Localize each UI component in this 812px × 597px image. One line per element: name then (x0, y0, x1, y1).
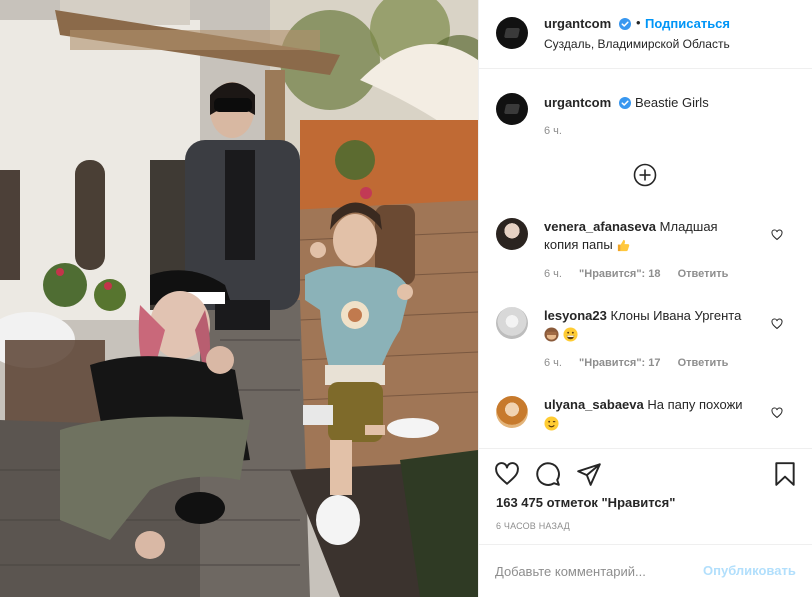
comment-heart-icon[interactable] (771, 318, 783, 330)
comment-input[interactable] (495, 560, 685, 582)
commenter-avatar[interactable] (496, 218, 528, 250)
header-username[interactable]: urgantcom (544, 16, 611, 31)
comment-time[interactable]: 6 ч. (544, 357, 562, 369)
heart-icon[interactable] (494, 461, 520, 487)
comment-heart-icon[interactable] (771, 229, 783, 241)
comment-item: lesyona23 Клоны Ивана Ургента 6 ч. "Нрав… (479, 307, 812, 387)
comment-username[interactable]: venera_afanaseva (544, 219, 656, 234)
caption-avatar[interactable] (496, 93, 528, 125)
comment-username[interactable]: ulyana_sabaeva (544, 397, 644, 412)
comment-body-line2: копия папы (544, 237, 613, 252)
see-no-evil-monkey-emoji-icon (544, 327, 559, 342)
post-side-panel: urgantcom • Подписаться Суздаль, Владими… (478, 0, 812, 597)
comment-meta: 6 ч. "Нравится": 17 Ответить (544, 357, 742, 369)
post-time-ago[interactable]: 6 ЧАСОВ НАЗАД (496, 521, 570, 531)
likes-count[interactable]: 163 475 отметок "Нравится" (496, 495, 675, 510)
comment-item: venera_afanaseva Младшая копия папы 6 ч.… (479, 218, 812, 298)
publish-button[interactable]: Опубликовать (703, 563, 796, 578)
comment-body: Клоны Ивана Ургента (610, 308, 742, 323)
plus-circle-icon[interactable] (633, 163, 657, 187)
comment-heart-icon[interactable] (771, 407, 783, 419)
comment-text: venera_afanaseva Младшая копия папы (544, 218, 764, 254)
winking-face-emoji-icon (544, 416, 559, 431)
caption-text: Beastie Girls (635, 95, 709, 110)
post-photo[interactable] (0, 0, 478, 597)
photo-illustration (0, 0, 478, 597)
commenter-avatar[interactable] (496, 396, 528, 428)
add-comment-bar: Опубликовать (479, 544, 812, 597)
comment-time[interactable]: 6 ч. (544, 268, 562, 280)
comment-meta: 6 ч. "Нравится": 18 Ответить (544, 268, 742, 280)
bookmark-icon[interactable] (772, 461, 798, 487)
post-actions: 163 475 отметок "Нравится" 6 ЧАСОВ НАЗАД (479, 448, 812, 544)
comment-icon[interactable] (535, 461, 561, 487)
instagram-post: urgantcom • Подписаться Суздаль, Владими… (0, 0, 812, 597)
post-location[interactable]: Суздаль, Владимирской Область (544, 37, 730, 51)
comment-text: lesyona23 Клоны Ивана Ургента (544, 307, 764, 343)
caption-username[interactable]: urgantcom (544, 95, 611, 110)
reply-button[interactable]: Ответить (678, 268, 729, 280)
caption-time[interactable]: 6 ч. (544, 125, 562, 137)
reply-button[interactable]: Ответить (678, 357, 729, 369)
post-header: urgantcom • Подписаться Суздаль, Владими… (479, 0, 812, 69)
comment-likes[interactable]: "Нравится": 18 (579, 268, 660, 280)
comment-text: ulyana_sabaeva На папу похожи (544, 396, 764, 432)
comment-username[interactable]: lesyona23 (544, 308, 607, 323)
share-icon[interactable] (576, 461, 602, 487)
grinning-face-emoji-icon (563, 327, 578, 342)
follow-button[interactable]: Подписаться (645, 16, 730, 31)
comment-body: Младшая (659, 219, 718, 234)
commenter-avatar[interactable] (496, 307, 528, 339)
header-separator: • (636, 15, 641, 30)
comment-likes[interactable]: "Нравится": 17 (579, 357, 660, 369)
verified-badge-icon (619, 18, 631, 30)
profile-avatar[interactable] (496, 17, 528, 49)
comment-body: На папу похожи (647, 397, 743, 412)
thumbs-up-emoji-icon (618, 239, 630, 252)
verified-badge-icon (619, 97, 631, 109)
comments-section: urgantcom Beastie Girls 6 ч. venera_afan… (479, 70, 812, 448)
